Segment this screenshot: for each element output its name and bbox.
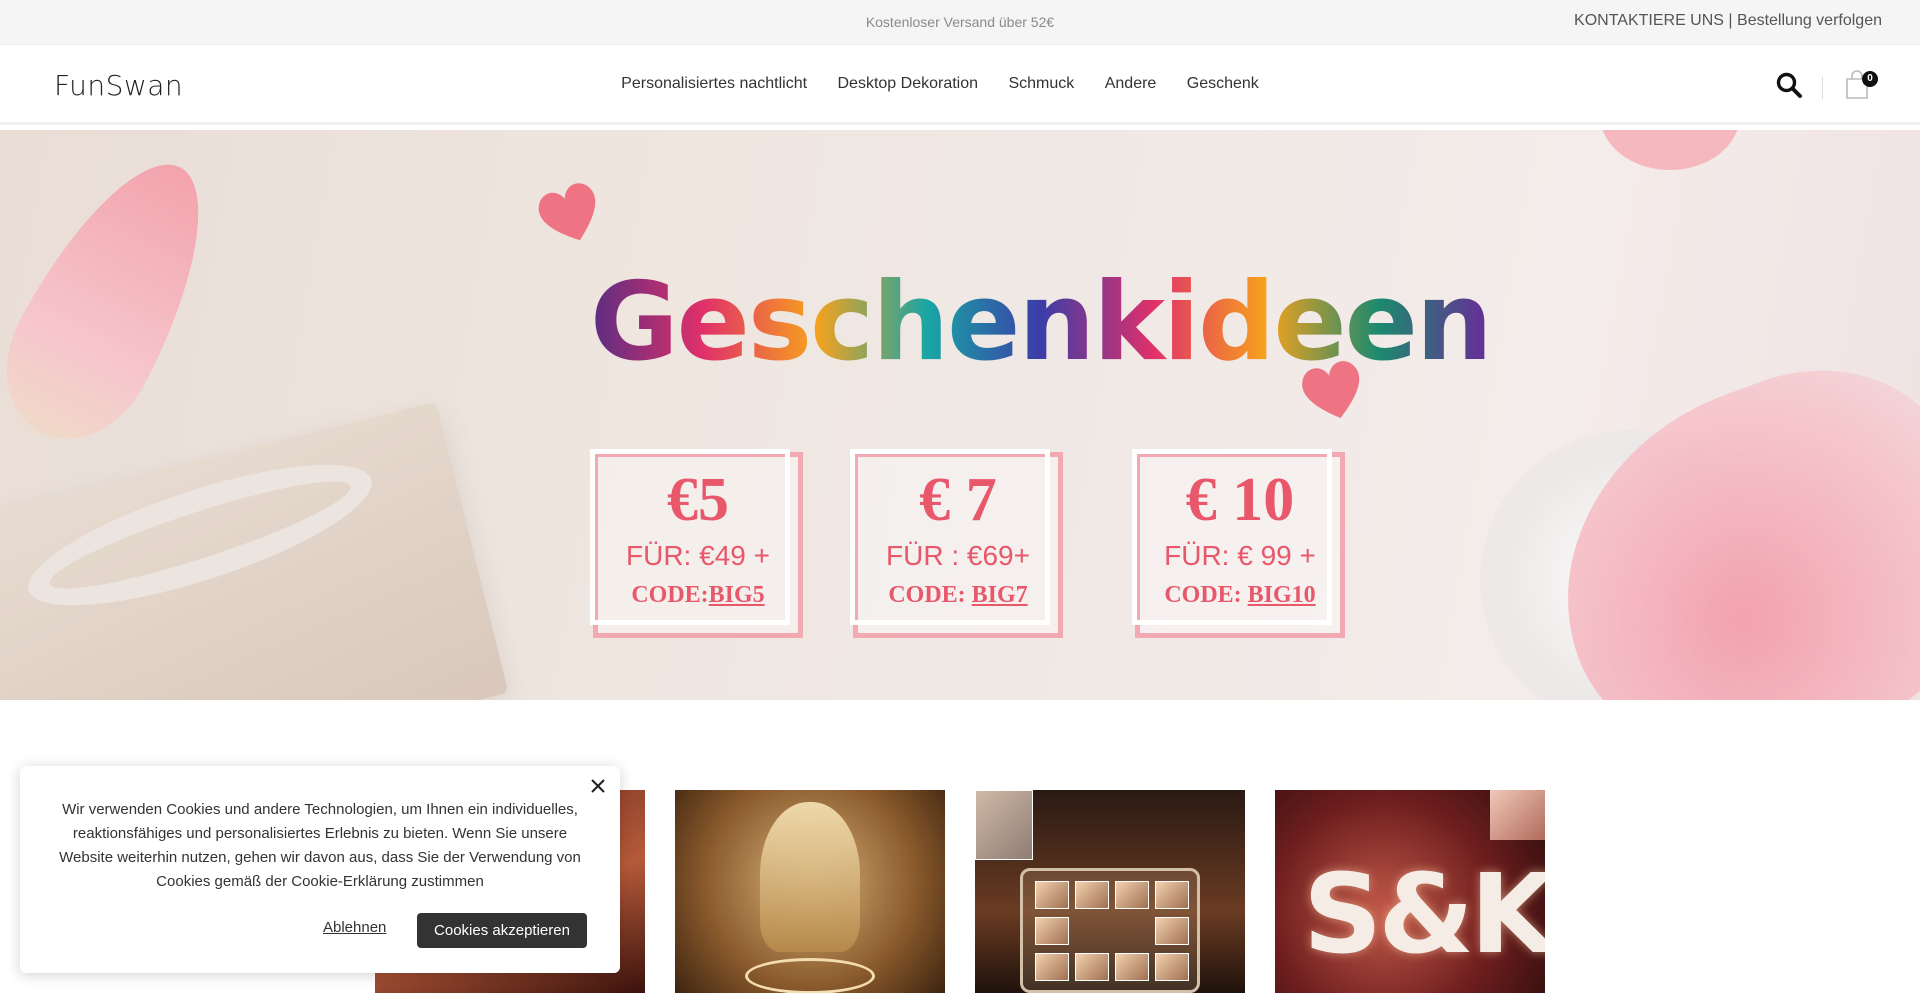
petal-decoration-top [1600,130,1740,170]
letter-lamp-image: S&K [1303,850,1545,978]
infinity-symbol [745,958,875,993]
petal-decoration [0,134,243,466]
coupon-threshold: FÜR: € 99 + [1164,540,1316,571]
coupon-code-value: BIG7 [971,582,1028,608]
top-links-separator: | [1723,12,1738,29]
nav-item-andere[interactable]: Andere [1105,75,1157,93]
collage-photo [1035,917,1069,945]
collage-photo [1155,953,1189,981]
couple-engraving-image [760,802,860,952]
coupon-code: CODE: BIG7 [858,575,1058,615]
coupon-amount: € 10 [1185,466,1295,534]
nav-item-nachtlicht[interactable]: Personalisiertes nachtlicht [621,75,807,93]
nav-item-geschenk[interactable]: Geschenk [1187,75,1259,93]
coupon-code-label: CODE: [1164,582,1248,608]
coupon-threshold: FÜR : €69+ [886,540,1030,571]
collage-photo [1075,953,1109,981]
cart-count-badge: 0 [1862,71,1878,87]
coupon-code: CODE:BIG5 [598,575,798,615]
coupon-code-label: CODE: [631,582,709,608]
coupon-code: CODE: BIG10 [1140,575,1340,615]
collage-photo [1035,953,1069,981]
coupon-code-label: CODE: [888,582,972,608]
couple-photo [1490,790,1545,840]
couple-photo [975,790,1033,860]
collage-photo [1155,881,1189,909]
announcement-bar: Kostenloser Versand über 52€ KONTAKTIERE… [0,0,1920,45]
heart-icon [538,183,596,241]
site-header: FunSwan Personalisiertes nachtlicht Desk… [0,45,1920,125]
header-divider [1822,77,1823,99]
collage-photo [1035,881,1069,909]
product-card-image[interactable] [975,790,1245,993]
collage-photo [1155,917,1189,945]
product-card-image[interactable] [675,790,945,993]
cookie-consent-banner: Wir verwenden Cookies und andere Technol… [20,766,620,973]
coupon-amount: €5 [667,466,729,534]
cookie-consent-text: Wir verwenden Cookies und andere Technol… [59,801,581,890]
coupon-threshold: FÜR: €49 + [626,540,770,571]
search-icon[interactable] [1775,71,1803,99]
coupon-card: € 10 FÜR: € 99 + CODE: BIG10 [1132,449,1345,638]
hero-banner[interactable]: Geschenkideen €5 FÜR: €49 + CODE:BIG5 € … [0,130,1920,700]
decline-cookies-button[interactable]: Ablehnen [323,919,386,936]
product-card-image[interactable]: S&K [1275,790,1545,993]
hero-headline: Geschenkideen [590,260,1493,385]
coupon-code-value: BIG10 [1247,582,1316,608]
photo-collage-lamp [1020,868,1200,993]
coupon-card: € 7 FÜR : €69+ CODE: BIG7 [850,449,1063,638]
contact-link[interactable]: KONTAKTIERE UNS [1574,12,1724,29]
main-nav: Personalisiertes nachtlicht Desktop Deko… [0,75,1920,93]
collage-photo [1075,881,1109,909]
top-links: KONTAKTIERE UNS | Bestellung verfolgen [1574,12,1882,30]
close-icon[interactable] [588,776,608,796]
nav-item-desktop-dekoration[interactable]: Desktop Dekoration [838,75,979,93]
nav-item-schmuck[interactable]: Schmuck [1008,75,1074,93]
collage-photo [1115,953,1149,981]
coupon-card: €5 FÜR: €49 + CODE:BIG5 [590,449,803,638]
track-order-link[interactable]: Bestellung verfolgen [1737,12,1882,29]
coupon-code-value: BIG5 [708,582,765,608]
coupon-amount: € 7 [919,466,997,534]
collage-photo [1115,881,1149,909]
accept-cookies-button[interactable]: Cookies akzeptieren [417,913,587,948]
